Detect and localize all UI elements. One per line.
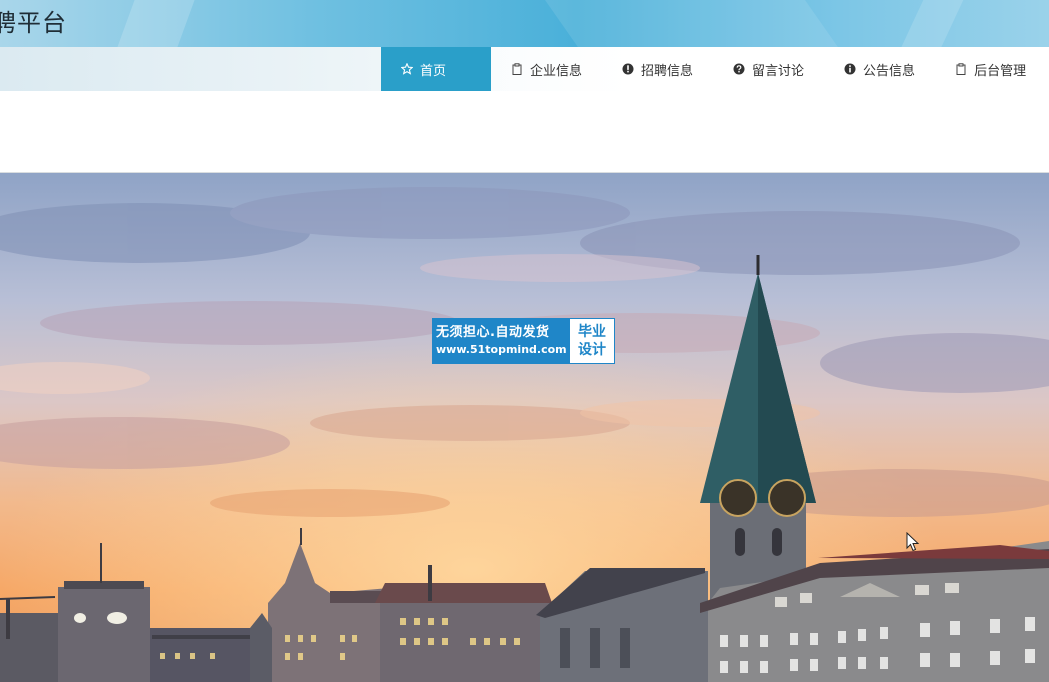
nav-item-company-info[interactable]: 企业信息 bbox=[491, 47, 602, 91]
nav-item-label: 公告信息 bbox=[863, 63, 916, 79]
nav-item-home[interactable]: 首页 bbox=[381, 47, 491, 91]
watermark-url: www.51topmind.com bbox=[436, 343, 567, 356]
nav-item-label: 后台管理 bbox=[974, 63, 1027, 79]
watermark-badge-line2: 设计 bbox=[578, 342, 606, 358]
site-header: 聘平台 bbox=[0, 0, 1049, 47]
watermark-slogan: 无须担心.自动发货 bbox=[436, 325, 550, 340]
nav-item-announcements[interactable]: 公告信息 bbox=[824, 47, 935, 91]
nav-item-label: 招聘信息 bbox=[641, 63, 694, 79]
clipboard-icon bbox=[955, 63, 967, 75]
nav-item-label: 企业信息 bbox=[530, 63, 583, 79]
info-circle-icon bbox=[844, 63, 856, 75]
clipboard-icon bbox=[511, 63, 523, 75]
content-band bbox=[0, 91, 1049, 173]
nav-item-job-info[interactable]: 招聘信息 bbox=[602, 47, 713, 91]
page: 聘平台 首页 企业信息 招聘信息 留言讨论 公告信息 后台管理 无须担心.自动发… bbox=[0, 0, 1049, 682]
watermark-badge-line1: 毕业 bbox=[578, 324, 606, 340]
info-circle-icon bbox=[622, 63, 634, 75]
question-circle-icon bbox=[733, 63, 745, 75]
site-title: 聘平台 bbox=[0, 9, 67, 37]
main-nav: 首页 企业信息 招聘信息 留言讨论 公告信息 后台管理 bbox=[0, 47, 1049, 91]
mouse-cursor-icon bbox=[906, 532, 920, 552]
nav-list: 首页 企业信息 招聘信息 留言讨论 公告信息 后台管理 bbox=[381, 47, 1046, 91]
watermark-badge: 无须担心.自动发货 www.51topmind.com 毕业 设计 bbox=[432, 318, 615, 364]
hero-banner-image bbox=[0, 173, 1049, 682]
nav-item-label: 留言讨论 bbox=[752, 63, 805, 79]
nav-item-label: 首页 bbox=[420, 63, 447, 79]
star-icon bbox=[401, 63, 413, 75]
nav-item-admin[interactable]: 后台管理 bbox=[935, 47, 1046, 91]
nav-item-message-board[interactable]: 留言讨论 bbox=[713, 47, 824, 91]
